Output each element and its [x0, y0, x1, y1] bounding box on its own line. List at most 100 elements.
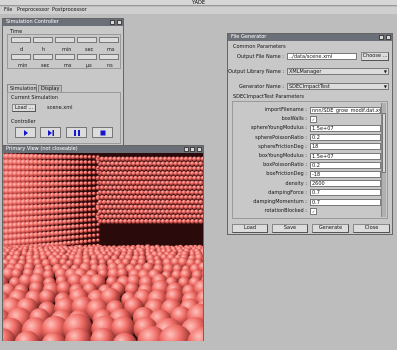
param-checkbox[interactable]: ✓ [310, 115, 317, 123]
gen-save-button[interactable]: Save [272, 224, 308, 233]
param-input[interactable]: 0.2 [310, 161, 381, 169]
minimize-icon[interactable] [184, 147, 189, 152]
close-icon[interactable] [197, 147, 202, 152]
wall-sphere [158, 204, 164, 210]
wall-sphere [122, 180, 128, 186]
wall-sphere [192, 175, 198, 181]
wall-sphere [120, 214, 126, 219]
generator-select[interactable]: SDECImpactTest ▼ [287, 83, 389, 90]
wall-sphere [183, 156, 189, 162]
wall-sphere [122, 209, 128, 215]
wall-sphere [114, 180, 120, 186]
param-input[interactable]: 1.5e+07 [310, 124, 381, 132]
wall-sphere [70, 170, 76, 176]
param-input[interactable]: 0.2 [310, 134, 381, 142]
wall-sphere [75, 197, 80, 202]
param-input[interactable]: 1.5e+07 [310, 152, 381, 160]
3d-viewport[interactable] [3, 153, 203, 341]
stop-icon [100, 130, 105, 135]
load-button[interactable]: Load ... [12, 104, 36, 112]
wall-sphere [169, 209, 174, 215]
wall-sphere [96, 191, 100, 196]
wall-sphere [79, 197, 84, 202]
wall-sphere [70, 208, 76, 213]
wall-sphere [196, 214, 202, 219]
primary-view-titlebar[interactable]: Primary View (not closeable) [3, 146, 203, 153]
wall-sphere [70, 224, 76, 229]
gen-load-button[interactable]: Load [232, 224, 268, 233]
wall-sphere [87, 170, 92, 175]
output-file-input[interactable]: ../data/scene.xml [287, 53, 357, 60]
close-icon[interactable] [386, 35, 391, 40]
wall-sphere [118, 190, 124, 195]
wall-sphere [87, 181, 92, 186]
wall-sphere [129, 156, 134, 162]
menu-file[interactable]: File [4, 7, 12, 14]
step-button[interactable] [40, 127, 61, 138]
play-button[interactable] [15, 127, 36, 138]
wall-sphere [75, 165, 80, 170]
wall-sphere [129, 175, 134, 181]
wall-sphere [139, 199, 145, 205]
tab-display[interactable]: Display [38, 85, 62, 92]
output-file-label: Output File Name : [237, 54, 284, 60]
close-icon[interactable] [117, 20, 122, 25]
minimize-icon[interactable] [379, 35, 384, 40]
wall-sphere [150, 195, 156, 200]
param-input[interactable]: 0.7 [310, 189, 381, 197]
wall-sphere [156, 190, 162, 195]
wall-sphere [114, 171, 120, 176]
param-input[interactable]: 0.7 [310, 198, 381, 206]
wall-sphere [179, 185, 185, 191]
param-input[interactable]: 18 [310, 143, 381, 151]
file-generator-titlebar[interactable]: File Generator [228, 34, 392, 41]
wall-sphere [150, 156, 156, 162]
gen-generate-button[interactable]: Generate [312, 224, 349, 233]
wall-sphere [79, 176, 84, 181]
wall-sphere [96, 155, 100, 159]
pause-button[interactable] [66, 127, 87, 138]
menu-preprocessor[interactable]: Preprocessor [17, 7, 49, 14]
wall-sphere [194, 171, 200, 176]
param-input[interactable]: -18 [310, 170, 381, 178]
wall-sphere [164, 199, 170, 205]
gen-close-button[interactable]: Close [353, 224, 390, 233]
param-checkbox[interactable]: ✓ [310, 207, 317, 215]
wall-sphere [120, 166, 126, 171]
time-field-2-sec [33, 54, 53, 60]
wall-sphere [83, 234, 88, 239]
param-label: boxYoungModulus : [258, 153, 307, 159]
param-input[interactable]: 2600 [310, 180, 381, 188]
wall-sphere [116, 175, 122, 181]
tab-simulation[interactable]: Simulation [7, 84, 37, 92]
params-scrollbar[interactable] [381, 103, 386, 217]
wall-sphere [106, 190, 111, 195]
maximize-icon[interactable] [190, 147, 195, 152]
output-library-select[interactable]: XMLManager ▼ [287, 68, 389, 75]
wall-sphere [75, 160, 80, 165]
unit-2-ms: ms [64, 63, 72, 69]
wall-sphere [175, 204, 181, 210]
simulation-controller-titlebar[interactable]: Simulation Controller [3, 19, 123, 26]
wall-sphere [92, 176, 96, 180]
choose-button[interactable]: Choose ... [361, 52, 389, 61]
wall-sphere [127, 219, 132, 224]
minimize-icon[interactable] [110, 20, 115, 25]
menu-postprocessor[interactable]: Postprocessor [52, 7, 87, 14]
wall-sphere [137, 214, 143, 219]
param-input[interactable]: nnn/SDE_grow_modif.dat.xyz [310, 106, 381, 114]
wall-sphere [190, 209, 195, 215]
stop-button[interactable] [92, 127, 113, 138]
wall-sphere [171, 185, 177, 191]
file-generator-window: File Generator Common Parameters Output … [227, 33, 393, 235]
wall-sphere [133, 185, 139, 191]
wall-sphere [158, 175, 164, 181]
output-library-label: Output Library Name : [228, 69, 285, 75]
scrollbar-thumb[interactable] [382, 113, 386, 173]
wall-sphere [133, 175, 139, 181]
wall-sphere [96, 186, 100, 190]
wall-sphere [139, 190, 145, 195]
wall-sphere [190, 171, 195, 176]
wall-sphere [70, 192, 76, 197]
wall-sphere [131, 190, 137, 195]
